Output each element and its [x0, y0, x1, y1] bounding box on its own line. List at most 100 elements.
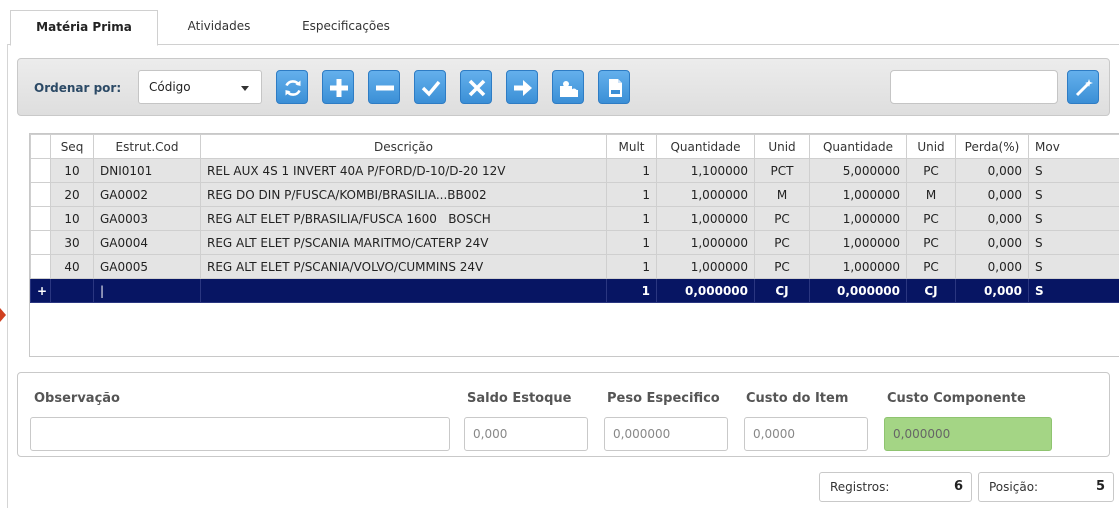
cell-desc: REG ALT ELET P/SCANIA MARITMO/CATERP 24V	[200, 230, 607, 255]
cell-qtd2: 1,000000	[809, 230, 907, 255]
custo-item-label: Custo do Item	[746, 391, 849, 406]
confirm-button[interactable]	[414, 70, 446, 104]
add-button[interactable]	[322, 70, 354, 104]
row-marker-cell[interactable]	[30, 182, 51, 207]
posicao-label: Posição:	[989, 480, 1039, 494]
cell-unid2: PC	[906, 158, 956, 183]
cell-cod: GA0003	[93, 206, 201, 231]
col-header-quantidade-2[interactable]: Quantidade	[809, 134, 907, 159]
cell-cod: GA0004	[93, 230, 201, 255]
col-header-unid[interactable]: Unid	[754, 134, 810, 159]
row-marker-cell[interactable]	[30, 230, 51, 255]
cell-mult: 1	[606, 230, 657, 255]
row-pointer-icon	[0, 308, 6, 322]
tab-atividades[interactable]: Atividades	[174, 10, 264, 45]
col-header-seq[interactable]: Seq	[50, 134, 94, 159]
new-row-selected[interactable]: + | 1 0,000000 CJ 0,000000 CJ 0,000 S	[30, 278, 1119, 303]
cell-qtd2: 5,000000	[809, 158, 907, 183]
cell-seq: 10	[50, 206, 94, 231]
cell-cod: GA0002	[93, 182, 201, 207]
components-table: Seq Estrut.Cod Descrição Mult Quantidade…	[30, 134, 1119, 303]
posicao-box: Posição: 5	[978, 472, 1114, 502]
cell-unid2[interactable]: CJ	[906, 278, 956, 303]
table-row[interactable]: 20 GA0002 REG DO DIN P/FUSCA/KOMBI/BRASI…	[30, 182, 1119, 207]
cell-desc: REL AUX 4S 1 INVERT 40A P/FORD/D-10/D-20…	[200, 158, 607, 183]
cell-perda: 0,000	[955, 206, 1029, 231]
col-header-mult[interactable]: Mult	[606, 134, 657, 159]
minus-icon	[376, 85, 394, 91]
cell-unid1: PC	[754, 206, 810, 231]
col-header-mov[interactable]: Mov	[1028, 134, 1119, 159]
cell-mov: S	[1028, 230, 1119, 255]
cell-qtd1: 1,000000	[656, 182, 755, 207]
cell-mult: 1	[606, 158, 657, 183]
cell-unid2: M	[906, 182, 956, 207]
cell-unid1[interactable]: CJ	[754, 278, 810, 303]
col-header-quantidade[interactable]: Quantidade	[656, 134, 755, 159]
tab-bar: Matéria Prima Atividades Especificações	[8, 10, 1119, 46]
cell-unid1: M	[754, 182, 810, 207]
cell-cod: DNI0101	[93, 158, 201, 183]
search-input[interactable]	[890, 70, 1058, 104]
cell-unid2: PC	[906, 254, 956, 279]
cell-qtd2: 1,000000	[809, 182, 907, 207]
chevron-down-icon	[241, 86, 249, 91]
next-button[interactable]	[506, 70, 538, 104]
cell-mult: 1	[606, 206, 657, 231]
cell-qtd1[interactable]: 0,000000	[656, 278, 755, 303]
registros-label: Registros:	[830, 480, 890, 494]
new-row-marker[interactable]: +	[30, 278, 51, 303]
cell-desc: REG DO DIN P/FUSCA/KOMBI/BRASILIA...BB00…	[200, 182, 607, 207]
cell-mov[interactable]: S	[1028, 278, 1119, 303]
row-marker-cell[interactable]	[30, 206, 51, 231]
observacao-field[interactable]	[30, 417, 450, 451]
refresh-button[interactable]	[276, 70, 308, 104]
magic-wand-icon	[1075, 79, 1093, 97]
custo-item-field: 0,0000	[744, 417, 868, 451]
order-by-select[interactable]: Código	[138, 70, 262, 104]
table-row[interactable]: 40 GA0005 REG ALT ELET P/SCANIA/VOLVO/CU…	[30, 254, 1119, 279]
col-header-marker	[30, 134, 51, 159]
table-row[interactable]: 10 DNI0101 REL AUX 4S 1 INVERT 40A P/FOR…	[30, 158, 1119, 183]
cell-mov: S	[1028, 158, 1119, 183]
x-icon	[468, 79, 486, 97]
cell-perda: 0,000	[955, 158, 1029, 183]
cancel-button[interactable]	[460, 70, 492, 104]
table-row[interactable]: 30 GA0004 REG ALT ELET P/SCANIA MARITMO/…	[30, 230, 1119, 255]
pdf-button[interactable]	[598, 70, 630, 104]
row-marker-cell[interactable]	[30, 254, 51, 279]
cell-seq: 10	[50, 158, 94, 183]
peso-especifico-field: 0,000000	[604, 417, 728, 451]
cell-qtd2[interactable]: 0,000000	[809, 278, 907, 303]
cell-cod-editor[interactable]: |	[93, 278, 201, 303]
cell-unid2: PC	[906, 206, 956, 231]
cell-unid1: PCT	[754, 158, 810, 183]
cell-qtd1: 1,000000	[656, 206, 755, 231]
cell-seq[interactable]	[50, 278, 94, 303]
registros-box: Registros: 6	[819, 472, 972, 502]
cell-seq: 40	[50, 254, 94, 279]
cell-qtd2: 1,000000	[809, 254, 907, 279]
posicao-value: 5	[1095, 479, 1105, 494]
col-header-estrut-cod[interactable]: Estrut.Cod	[93, 134, 201, 159]
tab-materia-prima[interactable]: Matéria Prima	[10, 10, 158, 46]
search-button[interactable]	[1067, 70, 1099, 104]
cell-qtd1: 1,000000	[656, 254, 755, 279]
left-border	[7, 44, 8, 508]
col-header-perda[interactable]: Perda(%)	[955, 134, 1029, 159]
cell-mult[interactable]: 1	[606, 278, 657, 303]
cell-unid1: PC	[754, 230, 810, 255]
tab-especificacoes[interactable]: Especificações	[286, 10, 406, 45]
cell-desc[interactable]	[200, 278, 607, 303]
col-header-descricao[interactable]: Descrição	[200, 134, 607, 159]
cell-perda[interactable]: 0,000	[955, 278, 1029, 303]
remove-button[interactable]	[368, 70, 400, 104]
col-header-unid-2[interactable]: Unid	[906, 134, 956, 159]
row-marker-cell[interactable]	[30, 158, 51, 183]
components-grid: Seq Estrut.Cod Descrição Mult Quantidade…	[29, 133, 1119, 357]
table-row[interactable]: 10 GA0003 REG ALT ELET P/BRASILIA/FUSCA …	[30, 206, 1119, 231]
cell-qtd2: 1,000000	[809, 206, 907, 231]
components-button[interactable]	[552, 70, 584, 104]
cell-mult: 1	[606, 254, 657, 279]
cell-seq: 20	[50, 182, 94, 207]
